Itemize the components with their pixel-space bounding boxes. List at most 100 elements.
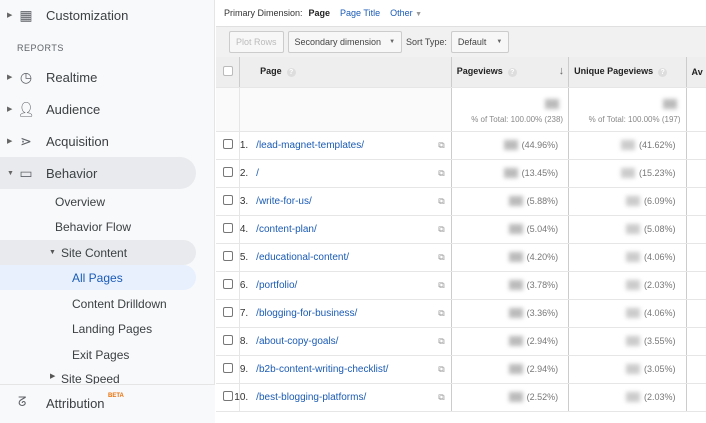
pageviews-pct: (3.78%) — [526, 279, 559, 290]
nav-realtime[interactable]: ▶ ◷ Realtime — [0, 62, 196, 92]
open-external-icon[interactable]: ⧉ — [438, 280, 444, 291]
page-link[interactable]: /portfolio/ — [256, 280, 297, 291]
nav-label: Site Content — [61, 245, 128, 260]
open-external-icon[interactable]: ⧉ — [438, 364, 444, 375]
page-link[interactable]: /lead-magnet-templates/ — [256, 140, 364, 151]
nav-all-pages[interactable]: All Pages — [0, 265, 196, 290]
unique-pageviews-cell: (4.06%) — [568, 299, 687, 328]
page-link[interactable]: / — [256, 168, 259, 179]
plot-rows-button[interactable]: Plot Rows — [229, 31, 284, 53]
page-link[interactable]: /educational-content/ — [256, 252, 349, 263]
unique-pageviews-cell: (5.08%) — [568, 215, 687, 244]
nav-exit-pages[interactable]: Exit Pages — [0, 342, 196, 367]
blurred-value — [621, 168, 635, 179]
page-cell: 5. /educational-content/ ⧉ — [239, 243, 452, 272]
page-link[interactable]: /blogging-for-business/ — [256, 308, 357, 319]
open-external-icon[interactable]: ⧉ — [438, 252, 444, 263]
nav-label: Attribution — [46, 396, 105, 411]
nav-attribution[interactable]: ᘔ Attribution BETA — [0, 384, 215, 423]
primary-dimension-label: Primary Dimension: — [224, 8, 303, 18]
header-page[interactable]: Page? — [239, 57, 452, 88]
page-link[interactable]: /b2b-content-writing-checklist/ — [256, 364, 388, 375]
beta-badge: BETA — [108, 393, 124, 399]
unique-pageviews-pct: (15.23%) — [639, 167, 676, 178]
nav-behavior[interactable]: ▼ ▭ Behavior — [0, 157, 196, 189]
page-link[interactable]: /write-for-us/ — [256, 196, 312, 207]
page-cell: 4. /content-plan/ ⧉ — [239, 215, 452, 244]
sidebar: ▶ ▦ Customization REPORTS ▶ ◷ Realtime ▶ 👤︎ Au… — [0, 0, 215, 423]
select-label: Secondary dimension — [294, 37, 382, 47]
totals-pageviews: % of Total: 100.00% (238) — [451, 87, 570, 132]
pageviews-cell: (2.94%) — [451, 355, 570, 384]
open-external-icon[interactable]: ⧉ — [438, 140, 444, 151]
page-link[interactable]: /best-blogging-platforms/ — [256, 392, 366, 403]
nav-label: Customization — [46, 7, 129, 23]
next-cell — [686, 159, 706, 188]
secondary-dimension-select[interactable]: Secondary dimension ▼ — [287, 31, 403, 53]
sort-type-label: Sort Type: — [406, 37, 447, 47]
unique-pageviews-pct: (3.05%) — [644, 363, 676, 374]
header-next[interactable]: Av — [686, 57, 706, 88]
open-external-icon[interactable]: ⧉ — [438, 336, 444, 347]
expand-icon: ▶ — [7, 12, 13, 19]
select-all-checkbox[interactable] — [222, 65, 233, 76]
chevron-down-icon: ▼ — [389, 39, 396, 45]
open-external-icon[interactable]: ⧉ — [438, 168, 444, 179]
select-label: Default — [457, 37, 487, 47]
page-cell: 10. /best-blogging-platforms/ ⧉ — [234, 383, 452, 412]
pageviews-cell: (5.04%) — [451, 215, 570, 244]
unique-pageviews-pct: (2.03%) — [644, 279, 676, 290]
select-all[interactable] — [216, 57, 241, 88]
blurred-value — [626, 336, 641, 347]
header-unique-pageviews[interactable]: Unique Pageviews? — [568, 57, 687, 88]
blurred-value — [508, 280, 523, 291]
nav-landing-pages[interactable]: Landing Pages — [0, 316, 196, 341]
table-row: 2. / ⧉ (13.45%) (15.23%) — [216, 159, 706, 188]
blurred-value — [508, 224, 523, 235]
header-label: Page — [260, 66, 282, 77]
page-link[interactable]: /content-plan/ — [256, 224, 317, 235]
reports-heading: REPORTS — [17, 43, 64, 53]
next-cell — [686, 243, 706, 272]
open-external-icon[interactable]: ⧉ — [438, 224, 444, 235]
pageviews-cell: (44.96%) — [451, 131, 570, 160]
unique-pageviews-cell: (3.05%) — [568, 355, 687, 384]
sort-type-select[interactable]: Default ▼ — [450, 31, 510, 53]
help-icon[interactable]: ? — [286, 68, 296, 78]
blurred-value — [508, 308, 523, 319]
totals-row: % of Total: 100.00% (238) % of Total: 10… — [216, 87, 706, 132]
nav-content-drilldown[interactable]: Content Drilldown — [0, 291, 196, 316]
pageviews-pct: (5.88%) — [526, 195, 559, 206]
dimension-page-title[interactable]: Page Title — [340, 8, 380, 18]
unique-pageviews-pct: (6.09%) — [644, 195, 676, 206]
table-row: 9. /b2b-content-writing-checklist/ ⧉ (2.94… — [216, 355, 706, 384]
nav-site-content[interactable]: ▼ Site Content — [0, 240, 196, 265]
nav-acquisition[interactable]: ▶ ⋗ Acquisition — [0, 126, 196, 156]
page-link[interactable]: /about-copy-goals/ — [256, 336, 338, 347]
unique-pageviews-cell: (15.23%) — [568, 159, 687, 188]
dimension-other[interactable]: Other ▼ — [390, 8, 422, 18]
blurred-value — [503, 168, 518, 179]
chevron-down-icon: ▼ — [496, 39, 503, 45]
blurred-value — [626, 392, 641, 403]
nav-audience[interactable]: ▶ 👤︎ Audience — [0, 94, 196, 124]
help-icon[interactable]: ? — [507, 68, 517, 78]
nav-site-speed[interactable]: ▶ Site Speed — [0, 372, 196, 384]
next-cell — [686, 271, 706, 300]
blurred-value — [626, 364, 641, 375]
dimension-page[interactable]: Page — [309, 8, 331, 18]
attribution-icon: ᘔ — [18, 394, 27, 409]
unique-pageviews-pct: (4.06%) — [644, 307, 676, 318]
nav-overview[interactable]: Overview — [0, 189, 196, 214]
unique-pageviews-cell: (3.55%) — [568, 327, 687, 356]
dashboard-plus-icon: ▦ — [19, 6, 33, 23]
next-cell — [686, 131, 706, 160]
open-external-icon[interactable]: ⧉ — [438, 196, 444, 207]
open-external-icon[interactable]: ⧉ — [438, 308, 444, 319]
next-cell — [686, 383, 706, 412]
nav-behavior-flow[interactable]: Behavior Flow — [0, 214, 196, 239]
header-pageviews[interactable]: Pageviews? ↓ — [451, 57, 570, 88]
help-icon[interactable]: ? — [658, 68, 668, 78]
open-external-icon[interactable]: ⧉ — [438, 392, 444, 403]
nav-customization[interactable]: ▶ ▦ Customization — [0, 0, 196, 30]
